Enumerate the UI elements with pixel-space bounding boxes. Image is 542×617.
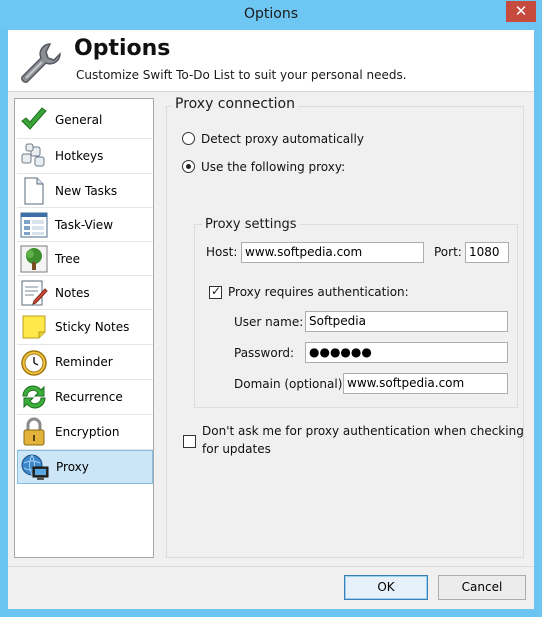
sidebar-item-label: Recurrence bbox=[55, 390, 123, 404]
sidebar-item-label: Task-View bbox=[55, 218, 114, 232]
proxy-settings-legend: Proxy settings bbox=[202, 217, 300, 232]
notes-icon bbox=[17, 277, 51, 309]
proxy-connection-legend: Proxy connection bbox=[172, 96, 298, 112]
dialog-header: Options Customize Swift To-Do List to su… bbox=[8, 30, 534, 92]
page-subtitle: Customize Swift To-Do List to suit your … bbox=[76, 68, 407, 82]
new-document-icon bbox=[17, 175, 51, 207]
tree-icon bbox=[17, 243, 51, 275]
host-input[interactable]: www.softpedia.com bbox=[241, 242, 424, 263]
sidebar-item-proxy[interactable]: Proxy bbox=[17, 450, 153, 484]
domain-label: Domain (optional): bbox=[234, 377, 347, 391]
sidebar-item-tree[interactable]: Tree bbox=[17, 242, 153, 276]
sidebar-item-label: Notes bbox=[55, 286, 90, 300]
proxy-settings-panel: Proxy connection Detect proxy automatica… bbox=[166, 96, 526, 558]
sidebar-item-label: Reminder bbox=[55, 355, 113, 369]
detect-proxy-label[interactable]: Detect proxy automatically bbox=[201, 132, 364, 146]
sticky-note-icon bbox=[17, 311, 51, 343]
options-window: Options ✕ Options Customize Swift To-Do … bbox=[0, 0, 542, 617]
sidebar-item-encryption[interactable]: Encryption bbox=[17, 415, 153, 449]
sidebar-item-label: New Tasks bbox=[55, 184, 118, 198]
username-input[interactable]: Softpedia bbox=[305, 311, 508, 332]
checkmark-icon bbox=[17, 104, 51, 136]
keyboard-icon bbox=[17, 140, 51, 172]
options-category-list[interactable]: General Hotkeys New Tasks Task-View Tree… bbox=[14, 98, 154, 558]
page-title: Options bbox=[74, 36, 171, 61]
dialog-button-bar: OK Cancel bbox=[8, 566, 534, 609]
sidebar-item-task-view[interactable]: Task-View bbox=[17, 208, 153, 242]
password-input[interactable]: ●●●●●● bbox=[305, 342, 508, 363]
sidebar-item-label: Proxy bbox=[56, 460, 89, 474]
use-proxy-label[interactable]: Use the following proxy: bbox=[201, 160, 345, 174]
padlock-icon bbox=[17, 416, 51, 448]
dont-ask-auth-checkbox[interactable] bbox=[183, 435, 196, 448]
cancel-button[interactable]: Cancel bbox=[438, 575, 526, 600]
port-label: Port: bbox=[434, 245, 462, 259]
use-proxy-radio[interactable] bbox=[182, 160, 195, 173]
dont-ask-auth-label-line2[interactable]: for updates bbox=[202, 442, 271, 456]
sidebar-item-new-tasks[interactable]: New Tasks bbox=[17, 174, 153, 208]
sidebar-item-label: Sticky Notes bbox=[55, 320, 130, 334]
sidebar-item-label: Tree bbox=[55, 252, 81, 266]
host-label: Host: bbox=[206, 245, 238, 259]
title-bar[interactable]: Options ✕ bbox=[0, 0, 542, 30]
window-title: Options bbox=[243, 6, 299, 22]
dialog-client-area: Options Customize Swift To-Do List to su… bbox=[8, 30, 534, 609]
sidebar-item-sticky-notes[interactable]: Sticky Notes bbox=[17, 310, 153, 344]
dont-ask-auth-label-line1[interactable]: Don't ask me for proxy authentication wh… bbox=[202, 424, 524, 438]
sidebar-item-label: Hotkeys bbox=[55, 149, 104, 163]
domain-input[interactable]: www.softpedia.com bbox=[343, 373, 508, 394]
task-view-icon bbox=[17, 209, 51, 241]
alarm-clock-icon bbox=[17, 346, 51, 378]
close-button[interactable]: ✕ bbox=[506, 1, 536, 22]
detect-proxy-radio[interactable] bbox=[182, 132, 195, 145]
ok-button[interactable]: OK bbox=[344, 575, 428, 600]
username-label: User name: bbox=[234, 315, 304, 329]
recurrence-icon bbox=[17, 381, 51, 413]
port-input[interactable]: 1080 bbox=[465, 242, 509, 263]
sidebar-item-notes[interactable]: Notes bbox=[17, 276, 153, 310]
sidebar-item-reminder[interactable]: Reminder bbox=[17, 345, 153, 379]
sidebar-item-hotkeys[interactable]: Hotkeys bbox=[17, 139, 153, 173]
wrench-icon bbox=[16, 40, 64, 88]
sidebar-item-label: General bbox=[55, 113, 103, 127]
sidebar-item-label: Encryption bbox=[55, 425, 120, 439]
proxy-auth-label[interactable]: Proxy requires authentication: bbox=[228, 285, 409, 299]
network-computer-icon bbox=[18, 451, 52, 483]
sidebar-item-general[interactable]: General bbox=[17, 103, 153, 137]
password-label: Password: bbox=[234, 346, 295, 360]
proxy-auth-checkbox[interactable] bbox=[209, 284, 222, 299]
sidebar-item-recurrence[interactable]: Recurrence bbox=[17, 380, 153, 414]
